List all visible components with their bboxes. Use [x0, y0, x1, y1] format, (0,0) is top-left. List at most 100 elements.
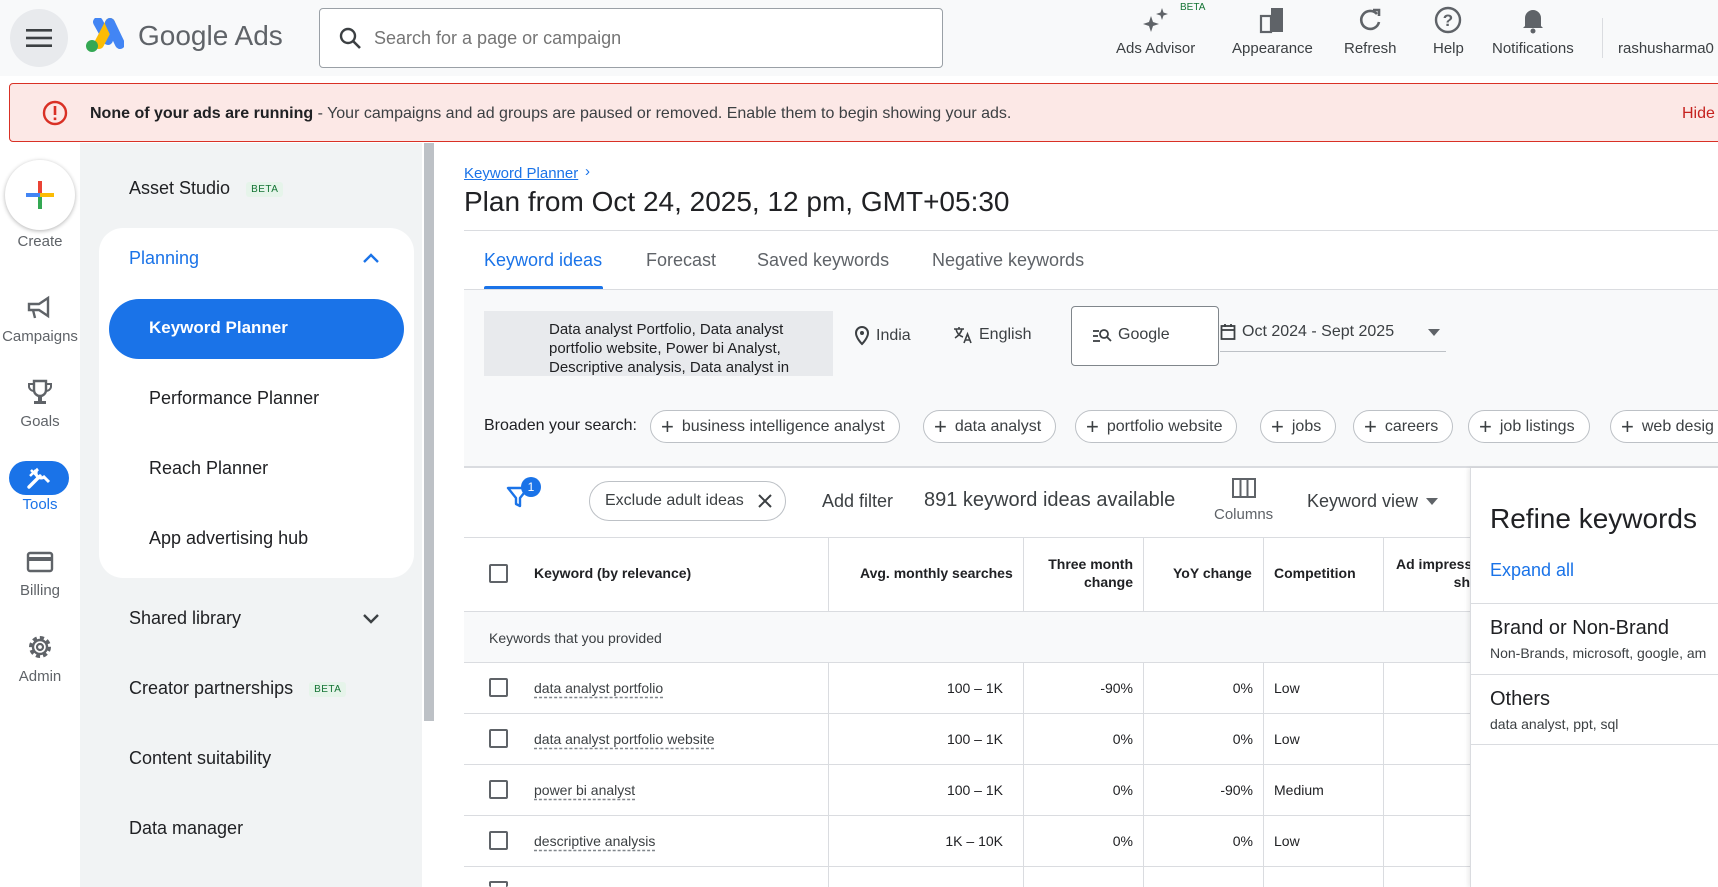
alert-message: None of your ads are running - Your camp…: [90, 105, 1011, 123]
account-name[interactable]: rashusharma0: [1618, 40, 1714, 57]
campaigns-icon[interactable]: [20, 292, 60, 324]
search-input[interactable]: [374, 27, 914, 49]
global-search[interactable]: [319, 8, 943, 68]
plus-icon: +: [1621, 413, 1634, 439]
col-competition[interactable]: Competition: [1274, 565, 1356, 581]
row-checkbox[interactable]: [489, 678, 508, 697]
three-month-cell: -90%: [1100, 680, 1133, 696]
table-row: [464, 867, 1470, 887]
exclude-adult-ideas-chip[interactable]: Exclude adult ideas: [589, 481, 786, 521]
close-icon[interactable]: [758, 494, 772, 508]
sidebar-item-shared-library[interactable]: Shared library: [129, 608, 241, 629]
sidebar-scrollbar[interactable]: [424, 143, 434, 721]
row-checkbox[interactable]: [489, 881, 508, 887]
col-three-month-change[interactable]: Three month change: [1023, 556, 1133, 590]
tab-keyword-ideas[interactable]: Keyword ideas: [484, 250, 602, 271]
rail-admin-label[interactable]: Admin: [0, 668, 80, 685]
broaden-chip[interactable]: + portfolio website: [1075, 410, 1238, 443]
create-button[interactable]: [5, 160, 75, 230]
broaden-chip[interactable]: + web desig: [1610, 410, 1718, 443]
brand-ads: Ads: [234, 20, 283, 51]
col-keyword[interactable]: Keyword (by relevance): [534, 565, 691, 581]
help-button[interactable]: ? Help: [1433, 6, 1464, 57]
date-range-label: Oct 2024 - Sept 2025: [1242, 323, 1395, 340]
broaden-chip[interactable]: + job listings: [1468, 410, 1590, 443]
col-ad-impression-share[interactable]: Ad impress sh: [1396, 556, 1470, 590]
expand-all-button[interactable]: Expand all: [1490, 560, 1574, 581]
notifications-button[interactable]: Notifications: [1492, 6, 1574, 57]
seed-keywords-text[interactable]: Data analyst Portfolio, Data analyst por…: [549, 320, 829, 377]
tab-saved-keywords[interactable]: Saved keywords: [757, 250, 889, 271]
keyword-view-selector[interactable]: Keyword view: [1307, 491, 1439, 512]
yoy-cell: -90%: [1220, 782, 1253, 798]
title-divider: [464, 230, 1718, 231]
rail-goals-label[interactable]: Goals: [0, 413, 80, 430]
rail-billing-label[interactable]: Billing: [0, 582, 80, 599]
keyword-cell[interactable]: data analyst portfolio: [534, 680, 663, 696]
keyword-cell[interactable]: power bi analyst: [534, 782, 635, 798]
broaden-chip-label: jobs: [1291, 417, 1322, 435]
gear-icon[interactable]: [20, 631, 60, 663]
broaden-chip[interactable]: + business intelligence analyst: [650, 410, 900, 443]
row-checkbox[interactable]: [489, 831, 508, 850]
col-yoy-change[interactable]: YoY change: [1173, 565, 1252, 581]
refine-group-brand[interactable]: Brand or Non-Brand: [1490, 617, 1669, 640]
sidebar-item-planning[interactable]: Planning: [129, 248, 199, 269]
keyword-view-label: Keyword view: [1307, 491, 1419, 511]
keyword-cell[interactable]: descriptive analysis: [534, 833, 655, 849]
appearance-button[interactable]: Appearance: [1232, 6, 1313, 57]
chevron-up-icon[interactable]: [362, 252, 380, 264]
sidebar-item-performance-planner[interactable]: Performance Planner: [149, 388, 319, 409]
select-all-checkbox[interactable]: [489, 564, 508, 583]
ads-advisor-button[interactable]: Ads Advisor: [1116, 6, 1195, 57]
broaden-chip-label: job listings: [1499, 417, 1575, 435]
credit-card-icon[interactable]: [20, 546, 60, 578]
dropdown-arrow-icon: [1426, 498, 1439, 505]
refresh-button[interactable]: Refresh: [1344, 6, 1397, 57]
broaden-chip[interactable]: + careers: [1353, 410, 1454, 443]
row-checkbox[interactable]: [489, 780, 508, 799]
sidebar-item-app-advertising-hub[interactable]: App advertising hub: [149, 528, 308, 549]
breadcrumb-keyword-planner[interactable]: Keyword Planner: [464, 165, 578, 182]
rail-tools-label[interactable]: Tools: [0, 496, 80, 513]
network-inner[interactable]: Google: [1092, 326, 1170, 344]
avg-searches-cell: 100 – 1K: [946, 731, 1003, 747]
sidebar-item-reach-planner[interactable]: Reach Planner: [149, 458, 268, 479]
avg-searches-cell: 1K – 10K: [945, 833, 1003, 849]
yoy-cell: 0%: [1232, 833, 1253, 849]
tab-negative-keywords[interactable]: Negative keywords: [932, 250, 1084, 271]
tab-forecast[interactable]: Forecast: [646, 250, 716, 271]
sidebar-item-creator-partnerships[interactable]: Creator partnerships BETA: [129, 678, 347, 699]
trophy-icon[interactable]: [20, 376, 60, 408]
broaden-chip-label: data analyst: [954, 417, 1042, 435]
location-pin-icon: [854, 326, 870, 346]
col-avg-monthly-searches[interactable]: Avg. monthly searches: [860, 565, 1013, 581]
main-menu-button[interactable]: [10, 9, 68, 67]
asset-studio-label: Asset Studio: [129, 178, 231, 198]
hide-alert-button[interactable]: Hide: [1682, 105, 1715, 123]
columns-icon: [1231, 478, 1256, 498]
broaden-chip[interactable]: + data analyst: [923, 410, 1057, 443]
columns-button[interactable]: Columns: [1214, 478, 1273, 523]
rail-campaigns-label[interactable]: Campaigns: [0, 328, 80, 345]
language-selector[interactable]: English: [953, 326, 1031, 344]
tools-rail-button[interactable]: [9, 461, 69, 495]
group-label: Keywords that you provided: [489, 630, 662, 646]
ads-advisor-beta-badge: BETA: [1180, 2, 1206, 13]
broaden-chip[interactable]: + jobs: [1260, 410, 1337, 443]
date-range-selector[interactable]: Oct 2024 - Sept 2025: [1220, 323, 1446, 352]
keyword-planner-label[interactable]: Keyword Planner: [149, 318, 288, 338]
chevron-down-icon[interactable]: [362, 613, 380, 625]
sidebar-item-content-suitability[interactable]: Content suitability: [129, 748, 271, 769]
add-filter-button[interactable]: Add filter: [822, 491, 893, 512]
hamburger-menu-icon: [26, 29, 52, 47]
brand-name: Google Ads: [138, 20, 283, 52]
row-checkbox[interactable]: [489, 729, 508, 748]
refine-group-others[interactable]: Others: [1490, 688, 1550, 711]
sidebar-item-asset-studio[interactable]: Asset Studio BETA: [129, 178, 284, 199]
sidebar-item-data-manager[interactable]: Data manager: [129, 818, 243, 839]
plus-icon: +: [1364, 413, 1377, 439]
location-selector[interactable]: India: [854, 326, 911, 346]
keyword-cell[interactable]: data analyst portfolio website: [534, 731, 715, 747]
column-divider: [1383, 663, 1384, 887]
